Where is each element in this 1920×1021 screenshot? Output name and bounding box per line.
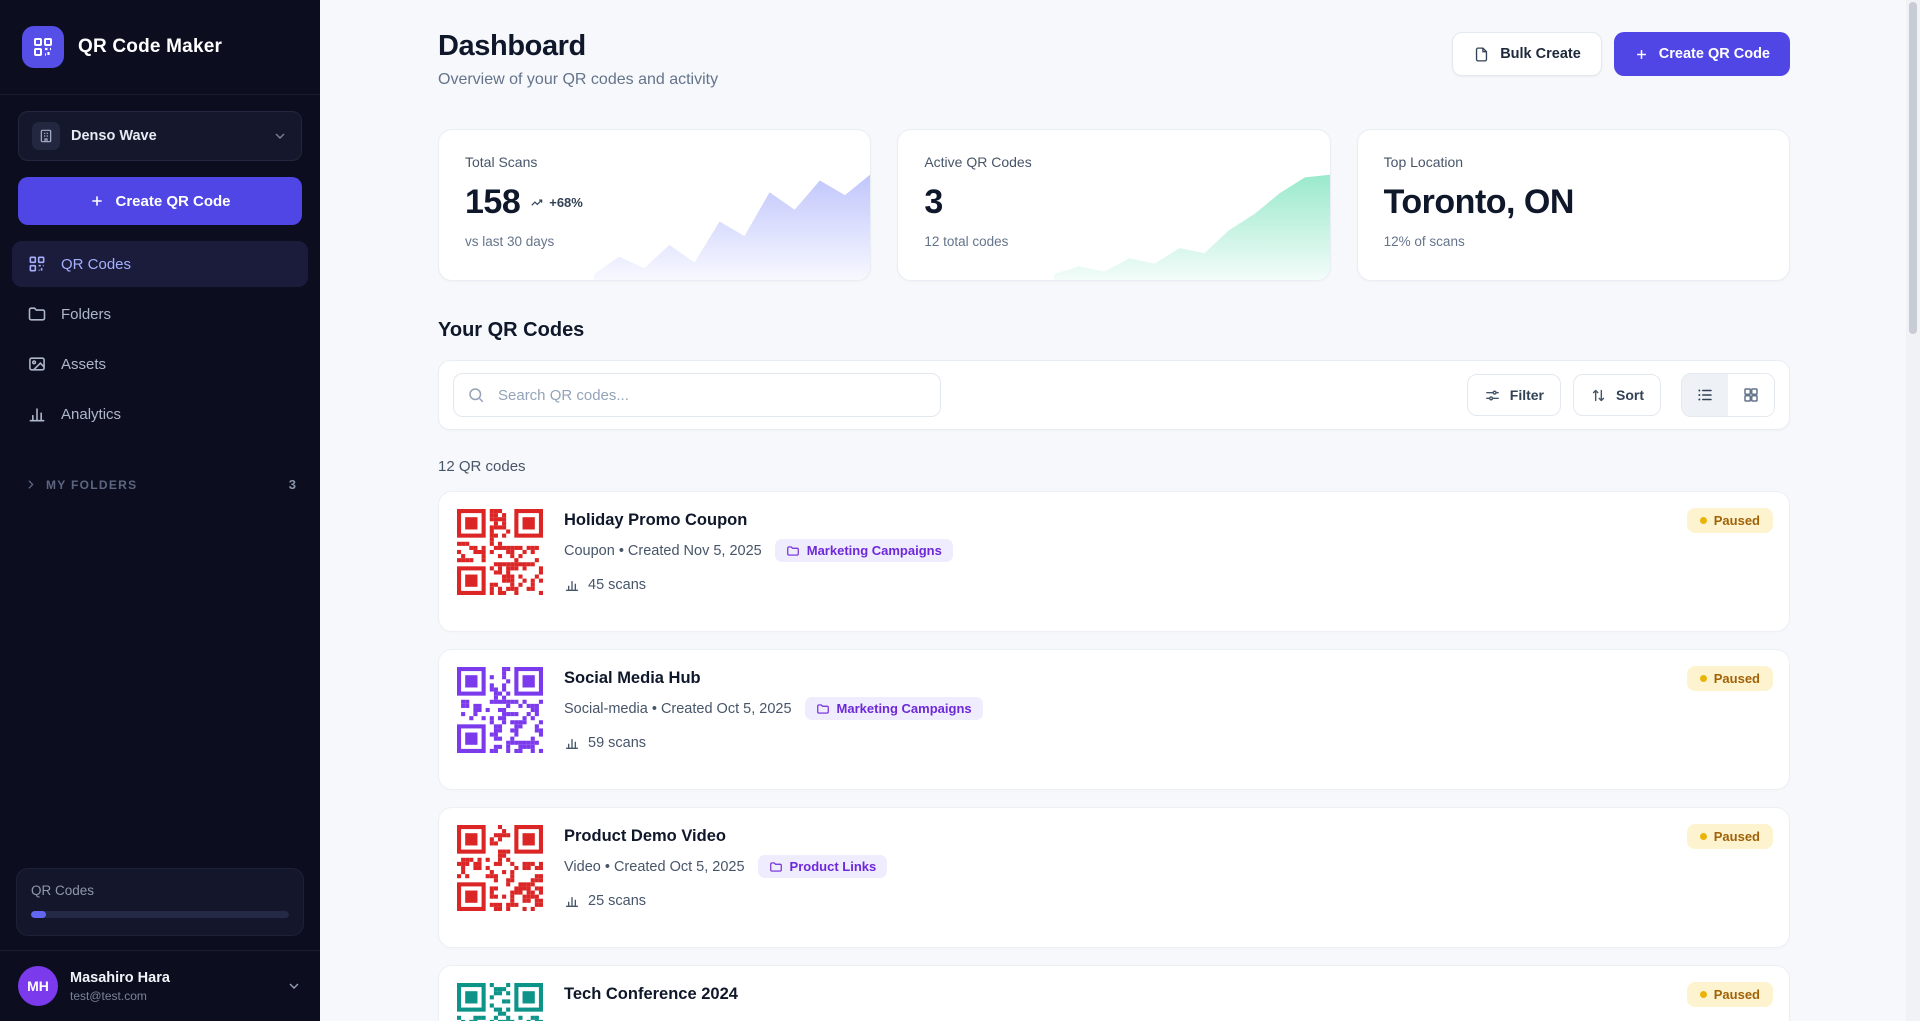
app-title: QR Code Maker <box>78 36 222 58</box>
bar-chart-icon <box>564 735 580 751</box>
folders-count-badge: 3 <box>289 477 296 492</box>
qr-list-item[interactable]: Tech Conference 2024 Paused <box>438 965 1790 1021</box>
bar-chart-icon <box>564 577 580 593</box>
sort-button[interactable]: Sort <box>1573 374 1661 416</box>
qr-meta: Video • Created Oct 5, 2025 <box>564 859 745 875</box>
search-icon <box>467 386 485 404</box>
folder-icon <box>769 860 783 874</box>
usage-label: QR Codes <box>31 883 289 898</box>
main-content: Dashboard Overview of your QR codes and … <box>320 0 1920 1021</box>
stat-card-top-location: Top Location Toronto, ON 12% of scans <box>1357 129 1790 281</box>
list-view-button[interactable] <box>1682 374 1728 416</box>
qr-meta: Coupon • Created Nov 5, 2025 <box>564 543 762 559</box>
avatar: MH <box>18 966 58 1006</box>
qr-title: Product Demo Video <box>564 827 887 846</box>
status-badge: Paused <box>1687 982 1773 1007</box>
stat-card-active-codes: Active QR Codes 3 12 total codes <box>897 129 1330 281</box>
sidebar-create-qr-button[interactable]: Create QR Code <box>18 177 302 225</box>
list-toolbar: Filter Sort <box>438 360 1790 430</box>
folder-tag[interactable]: Marketing Campaigns <box>775 539 953 562</box>
sidebar-item-qr-codes[interactable]: QR Codes <box>12 241 308 287</box>
chevron-down-icon <box>286 978 302 994</box>
grid-view-button[interactable] <box>1728 374 1774 416</box>
usage-progress-fill <box>31 911 46 918</box>
qr-thumbnail <box>457 983 543 1021</box>
qr-title: Tech Conference 2024 <box>564 985 738 1004</box>
page-header: Dashboard Overview of your QR codes and … <box>438 30 1790 89</box>
image-icon <box>27 354 47 374</box>
status-badge: Paused <box>1687 824 1773 849</box>
status-dot-icon <box>1700 517 1707 524</box>
stat-card-total-scans: Total Scans 158 +68% vs last 30 days <box>438 129 871 281</box>
app-logo-icon <box>22 26 64 68</box>
user-menu[interactable]: MH Masahiro Hara test@test.com <box>0 950 320 1021</box>
qr-thumbnail <box>457 667 543 753</box>
qr-list-item[interactable]: Social Media Hub Social-media • Created … <box>438 649 1790 790</box>
qr-list-item[interactable]: Holiday Promo Coupon Coupon • Created No… <box>438 491 1790 632</box>
stat-value: 158 <box>465 183 520 222</box>
qr-thumbnail <box>457 825 543 911</box>
list-view-icon <box>1696 386 1714 404</box>
usage-progress-track <box>31 911 289 918</box>
qr-count: 12 QR codes <box>438 458 1790 475</box>
folder-tag[interactable]: Product Links <box>758 855 888 878</box>
scrollbar-thumb[interactable] <box>1909 2 1917 334</box>
search-input[interactable] <box>453 373 941 417</box>
qr-icon <box>27 254 47 274</box>
sidebar-item-folders[interactable]: Folders <box>12 291 308 337</box>
trending-up-icon <box>530 196 544 210</box>
qr-thumbnail <box>457 509 543 595</box>
qr-meta: Social-media • Created Oct 5, 2025 <box>564 701 792 717</box>
brand: QR Code Maker <box>0 0 320 95</box>
qr-title: Holiday Promo Coupon <box>564 511 953 530</box>
section-title: Your QR Codes <box>438 319 1790 342</box>
page-title: Dashboard <box>438 30 718 63</box>
sidebar-item-assets[interactable]: Assets <box>12 341 308 387</box>
filter-button[interactable]: Filter <box>1467 374 1561 416</box>
stat-value: 3 <box>924 183 942 222</box>
app-root: QR Code Maker Denso Wave Create QR Code <box>0 0 1920 1021</box>
page-scrollbar <box>1906 0 1920 1021</box>
building-icon <box>32 122 60 150</box>
chevron-right-icon <box>24 478 37 491</box>
view-toggle <box>1681 373 1775 417</box>
sidebar-item-analytics[interactable]: Analytics <box>12 391 308 437</box>
qr-title: Social Media Hub <box>564 669 983 688</box>
page-subtitle: Overview of your QR codes and activity <box>438 71 718 89</box>
search-box <box>453 373 941 417</box>
user-email: test@test.com <box>70 989 170 1003</box>
my-folders-toggle[interactable]: MY FOLDERS 3 <box>24 477 296 492</box>
create-qr-code-button[interactable]: Create QR Code <box>1614 32 1790 76</box>
workspace-name: Denso Wave <box>71 128 157 144</box>
stats-row: Total Scans 158 +68% vs last 30 days Act… <box>438 129 1790 281</box>
status-badge: Paused <box>1687 666 1773 691</box>
status-dot-icon <box>1700 991 1707 998</box>
folder-tag[interactable]: Marketing Campaigns <box>805 697 983 720</box>
plus-icon <box>89 193 105 209</box>
status-badge: Paused <box>1687 508 1773 533</box>
folder-icon <box>786 544 800 558</box>
chevron-down-icon <box>272 128 288 144</box>
status-dot-icon <box>1700 675 1707 682</box>
bulk-create-button[interactable]: Bulk Create <box>1452 32 1602 76</box>
file-icon <box>1473 46 1490 63</box>
qr-list-item[interactable]: Product Demo Video Video • Created Oct 5… <box>438 807 1790 948</box>
user-name: Masahiro Hara <box>70 970 170 986</box>
plus-icon <box>1634 47 1649 62</box>
sort-arrows-icon <box>1590 387 1607 404</box>
bar-chart-icon <box>27 404 47 424</box>
sidebar: QR Code Maker Denso Wave Create QR Code <box>0 0 320 1021</box>
folder-icon <box>816 702 830 716</box>
stat-delta: +68% <box>530 195 583 210</box>
status-dot-icon <box>1700 833 1707 840</box>
qr-list: Holiday Promo Coupon Coupon • Created No… <box>438 491 1790 1021</box>
usage-card: QR Codes <box>16 868 304 936</box>
filter-sliders-icon <box>1484 387 1501 404</box>
workspace-selector[interactable]: Denso Wave <box>18 111 302 161</box>
grid-view-icon <box>1742 386 1760 404</box>
folder-icon <box>27 304 47 324</box>
bar-chart-icon <box>564 893 580 909</box>
sidebar-nav: QR Codes Folders Assets <box>12 241 308 437</box>
stat-value: Toronto, ON <box>1384 183 1574 222</box>
